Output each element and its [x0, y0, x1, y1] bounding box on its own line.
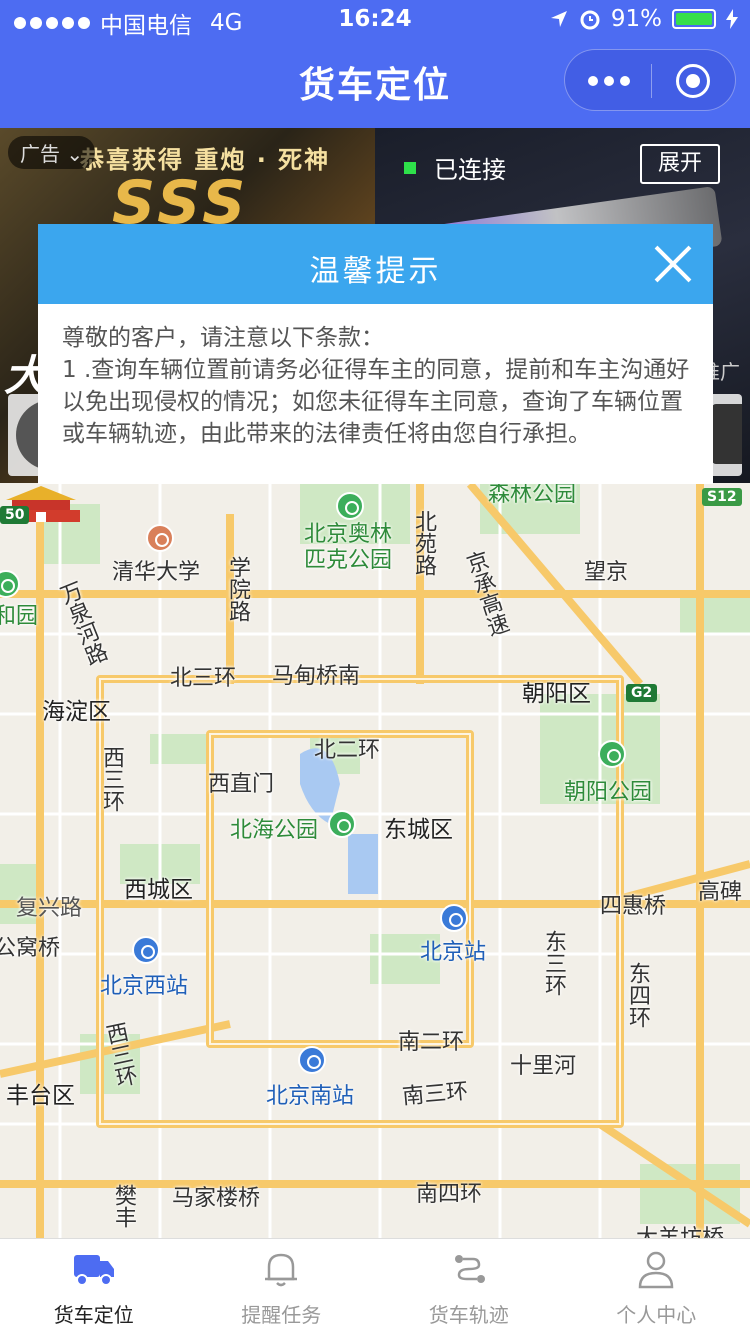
- university-poi-icon[interactable]: [146, 524, 174, 552]
- tab-reminders[interactable]: 提醒任务: [188, 1239, 376, 1334]
- map-label: 高碑: [698, 880, 743, 905]
- tab-label: 提醒任务: [241, 1303, 322, 1327]
- map-label: 复兴路: [16, 896, 83, 921]
- map-label: 西直门: [208, 772, 275, 797]
- map-label: 南四环: [416, 1182, 483, 1207]
- notice-dialog: 温馨提示 尊敬的客户，请注意以下条款： 1 .查询车辆位置前请务必征得车主的同意…: [38, 224, 713, 484]
- station-label: 北京西站: [100, 974, 189, 999]
- tab-truck-location[interactable]: 货车定位: [0, 1239, 188, 1334]
- map-label: 北苑路: [411, 510, 436, 576]
- ad-action-button[interactable]: [712, 404, 742, 464]
- truck-icon: [73, 1255, 114, 1286]
- dialog-greeting: 尊敬的客户，请注意以下条款：: [62, 325, 384, 351]
- map-view[interactable]: S12 G2 50 森林公园 清华大学 学院路 北京奥林匹克公园 北苑路 京承高…: [0, 484, 750, 1238]
- station-poi-icon[interactable]: [132, 936, 160, 964]
- station-poi-icon[interactable]: [440, 904, 468, 932]
- map-label: 朝阳公园: [564, 780, 653, 805]
- alarm-icon: [580, 10, 600, 30]
- connected-dot-icon: [404, 161, 416, 174]
- expand-button[interactable]: 展开: [640, 144, 720, 184]
- map-label: 北海公园: [230, 818, 319, 843]
- person-icon: [638, 1251, 674, 1289]
- station-label: 北京站: [420, 940, 487, 965]
- map-label: 南二环: [398, 1030, 465, 1055]
- dialog-header: 温馨提示: [38, 224, 713, 304]
- tab-label: 货车定位: [53, 1303, 134, 1327]
- close-icon[interactable]: [653, 244, 693, 284]
- map-label: 北三环: [170, 666, 237, 691]
- mini-program-capsule: [564, 49, 736, 111]
- charging-icon: [726, 9, 738, 29]
- map-label: 十里河: [510, 1054, 577, 1079]
- map-label: 北二环: [314, 738, 381, 763]
- tab-profile[interactable]: 个人中心: [563, 1239, 750, 1334]
- g2-road-badge: G2: [626, 684, 658, 702]
- district-label: 朝阳区: [522, 681, 591, 707]
- map-roads: [0, 484, 750, 1238]
- map-label: 东四环: [625, 962, 650, 1028]
- tab-truck-track[interactable]: 货车轨迹: [375, 1239, 563, 1334]
- map-label: 四惠桥: [600, 894, 667, 919]
- map-label: 马家楼桥: [172, 1186, 261, 1211]
- ad-tag[interactable]: 广告 ⌄: [8, 136, 96, 169]
- battery-icon: [672, 9, 716, 29]
- map-label: 马甸桥南: [272, 664, 361, 689]
- dialog-clause: 1 .查询车辆位置前请务必征得车主的同意，提前和车主沟通好以免出现侵权的情况；如…: [62, 357, 690, 447]
- tab-bar: 货车定位 提醒任务 货车轨迹 个人中心: [0, 1238, 750, 1334]
- battery-percent: 91%: [610, 6, 662, 32]
- park-poi-icon[interactable]: [328, 810, 356, 838]
- map-label: 大羊坊桥: [636, 1220, 724, 1238]
- dialog-body: 尊敬的客户，请注意以下条款： 1 .查询车辆位置前请务必征得车主的同意，提前和车…: [38, 304, 713, 450]
- map-label: 公窝桥: [0, 936, 61, 961]
- bell-icon: [265, 1253, 298, 1287]
- map-label: 西三环: [99, 746, 124, 812]
- map-label: 南三环: [401, 1079, 470, 1110]
- map-label: 学院路: [225, 556, 250, 622]
- connection-status: 已连接: [404, 150, 506, 185]
- district-label: 海淀区: [42, 699, 111, 725]
- station-label: 北京南站: [266, 1084, 355, 1109]
- district-label: 丰台区: [6, 1083, 75, 1109]
- park-poi-icon[interactable]: [336, 492, 364, 520]
- dialog-title: 温馨提示: [309, 254, 442, 289]
- map-label: 樊丰: [111, 1184, 136, 1228]
- more-icon[interactable]: [587, 72, 631, 90]
- map-label: 望京: [584, 560, 629, 585]
- location-arrow-icon: [550, 11, 567, 27]
- route-icon: [454, 1255, 485, 1283]
- s12-road-badge: S12: [702, 488, 742, 506]
- road-50-badge: 50: [0, 506, 30, 524]
- map-label: 北京奥林匹克公园: [304, 522, 393, 573]
- map-label: 森林公园: [488, 484, 577, 507]
- park-poi-icon[interactable]: [598, 740, 626, 768]
- top-bar: 中国电信 4G 16:24 91% 货车定位: [0, 0, 750, 128]
- map-label: 东三环: [541, 930, 566, 996]
- station-poi-icon[interactable]: [298, 1046, 326, 1074]
- close-miniprogram-icon[interactable]: [676, 64, 710, 98]
- status-bar: 中国电信 4G 16:24 91%: [0, 0, 750, 40]
- tab-label: 个人中心: [616, 1303, 697, 1327]
- map-label: 清华大学: [112, 560, 201, 585]
- district-label: 东城区: [384, 817, 453, 843]
- district-label: 西城区: [124, 877, 193, 903]
- tab-label: 货车轨迹: [428, 1303, 509, 1327]
- map-label: 和园: [0, 604, 39, 629]
